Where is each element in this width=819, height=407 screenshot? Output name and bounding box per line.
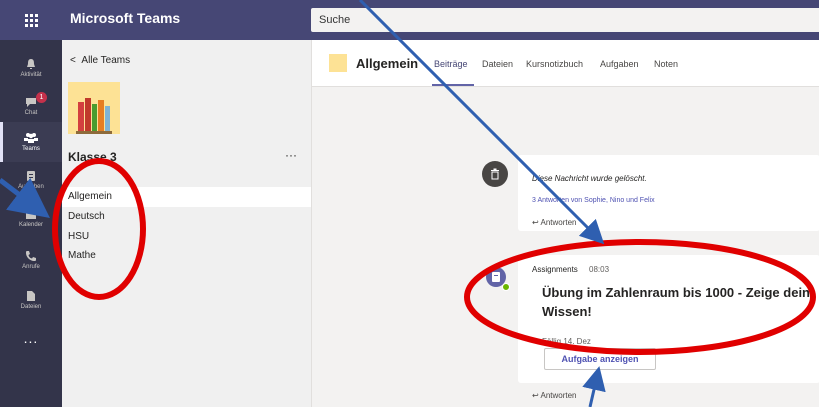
rail-item-calls[interactable]: Anrufe — [0, 240, 62, 280]
channel-item-mathe[interactable]: Mathe — [62, 246, 311, 266]
rail-label: Aktivität — [20, 72, 42, 78]
reply-button[interactable]: ↩ Antworten — [532, 391, 577, 400]
top-bar: Microsoft Teams Suche — [0, 0, 819, 40]
reply-label: Antworten — [540, 391, 577, 400]
team-panel: < Alle Teams Klasse 3 ··· Allgemein Deut… — [62, 40, 311, 407]
deleted-message-text: Diese Nachricht wurde gelöscht. — [532, 174, 647, 183]
view-assignment-button[interactable]: Aufgabe anzeigen — [544, 348, 656, 370]
rail-label: Anrufe — [22, 264, 40, 270]
assignment-due-date: Fällig 14. Dez — [542, 337, 591, 346]
search-input[interactable]: Suche — [311, 8, 819, 32]
rail-label: Dateien — [20, 304, 42, 310]
rail-item-assignments[interactable]: Aufgaben — [0, 160, 62, 200]
rail-item-chat[interactable]: Chat 1 — [0, 86, 62, 126]
rail-label: Aufgaben — [18, 184, 44, 190]
chevron-left-icon: < — [70, 55, 82, 66]
back-link[interactable]: < Alle Teams — [70, 55, 130, 66]
team-name: Klasse 3 — [68, 150, 117, 164]
tab-posts[interactable]: Beiträge — [434, 59, 468, 69]
rail-item-activity[interactable]: Aktivität — [0, 48, 62, 88]
rail-label: Teams — [22, 146, 40, 152]
message-sender: Assignments — [532, 265, 578, 274]
rail-label: Kalender — [18, 222, 44, 228]
app-title: Microsoft Teams — [70, 10, 181, 26]
bell-icon — [27, 59, 35, 69]
channel-item-hsu[interactable]: HSU — [62, 227, 311, 247]
app-rail: Aktivität Chat 1 Teams Aufgaben Kalender… — [0, 40, 62, 407]
rail-item-files[interactable]: Dateien — [0, 280, 62, 320]
phone-icon — [26, 251, 36, 261]
channel-item-allgemein[interactable]: Allgemein — [62, 187, 311, 207]
tab-assignments[interactable]: Aufgaben — [600, 59, 639, 69]
files-icon — [27, 291, 35, 301]
team-logo — [68, 82, 120, 134]
teams-window: Microsoft Teams Suche Aktivität Chat 1 T… — [0, 0, 819, 407]
teams-icon — [24, 133, 38, 143]
books-icon — [76, 98, 112, 134]
online-status-icon — [502, 283, 510, 291]
channel-main: Allgemein Beiträge Dateien Kursnotizbuch… — [311, 40, 819, 407]
channel-title: Allgemein — [356, 56, 419, 71]
channel-item-deutsch[interactable]: Deutsch — [62, 207, 311, 227]
channel-team-icon — [329, 54, 347, 72]
more-apps-button[interactable]: ... — [0, 330, 62, 346]
reply-button[interactable]: ↩ Antworten — [532, 218, 577, 227]
notification-badge: 1 — [36, 92, 47, 103]
team-more-button[interactable]: ··· — [285, 148, 297, 162]
assignments-icon — [492, 272, 500, 282]
trash-icon — [482, 161, 508, 187]
tab-grades[interactable]: Noten — [654, 59, 678, 69]
rail-item-calendar[interactable]: Kalender — [0, 198, 62, 238]
app-launcher-button[interactable] — [0, 0, 62, 40]
calendar-icon — [26, 210, 36, 219]
back-label: Alle Teams — [81, 55, 131, 66]
tab-files[interactable]: Dateien — [482, 59, 513, 69]
assignment-title: Übung im Zahlenraum bis 1000 - Zeige dei… — [542, 285, 810, 319]
replies-summary-link[interactable]: 3 Antworten von Sophie, Nino und Felix — [532, 197, 655, 204]
channel-header: Allgemein Beiträge Dateien Kursnotizbuch… — [312, 40, 819, 87]
tab-class-notebook[interactable]: Kursnotizbuch — [526, 59, 583, 69]
reply-label: Antworten — [540, 218, 577, 227]
rail-item-teams[interactable]: Teams — [0, 122, 62, 162]
active-tab-indicator — [432, 84, 474, 86]
rail-label: Chat — [24, 110, 38, 116]
message-timestamp: 08:03 — [589, 265, 610, 274]
assignments-icon — [27, 171, 35, 181]
waffle-icon — [24, 13, 38, 27]
